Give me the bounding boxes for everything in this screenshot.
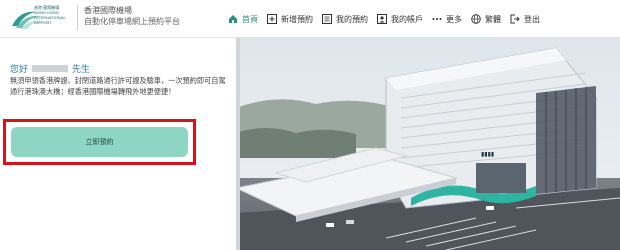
greeting: 您好 先生 xyxy=(10,62,90,75)
account-icon xyxy=(377,14,387,24)
brand-block: 香港國際機場 自動化停車場網上預約平台 xyxy=(77,5,180,31)
svg-text:▮▮▮▮: ▮▮▮▮ xyxy=(481,151,494,158)
main-nav: 首頁 新增預約 我的預約 我的帳戶 更多 繁體 登出 xyxy=(228,0,549,38)
brand-subtitle: 自動化停車場網上預約平台 xyxy=(84,17,180,26)
service-description: 無須申領香港牌證、封閉道路通行許可證及驗車，一次預約即可自駕通行港珠澳大橋；經香… xyxy=(10,76,226,96)
logout-icon xyxy=(510,14,520,24)
book-now-button[interactable]: 立即預約 xyxy=(11,127,188,157)
nav-language[interactable]: 繁體 xyxy=(471,0,501,38)
nav-new-booking-label: 新增預約 xyxy=(281,14,313,24)
carpark-building-image: ▮▮▮▮ xyxy=(236,38,620,250)
more-icon xyxy=(432,18,442,20)
redacted-name xyxy=(32,65,69,72)
nav-my-bookings[interactable]: 我的預約 xyxy=(322,0,368,38)
nav-home-label: 首頁 xyxy=(242,14,258,24)
brand-title: 香港國際機場 xyxy=(84,6,132,15)
nav-logout[interactable]: 登出 xyxy=(510,0,540,38)
home-icon xyxy=(229,15,237,23)
nav-my-bookings-label: 我的預約 xyxy=(336,14,368,24)
logo-text: 香港 國際機場 HONG KONG INTERNATIONAL AIRPORT xyxy=(34,5,66,25)
list-icon xyxy=(322,14,332,24)
nav-language-label: 繁體 xyxy=(485,14,501,24)
highlight-box: 立即預約 xyxy=(3,119,196,165)
nav-my-account-label: 我的帳戶 xyxy=(391,14,423,24)
top-header: 香港 國際機場 HONG KONG INTERNATIONAL AIRPORT … xyxy=(0,0,620,38)
greeting-suffix: 先生 xyxy=(72,64,91,74)
nav-logout-label: 登出 xyxy=(524,14,540,24)
nav-new-booking[interactable]: 新增預約 xyxy=(267,0,313,38)
globe-icon xyxy=(471,14,481,24)
greeting-prefix: 您好 xyxy=(10,64,29,74)
nav-more[interactable]: 更多 xyxy=(432,0,462,38)
plus-icon xyxy=(267,14,277,24)
nav-more-label: 更多 xyxy=(446,14,462,24)
nav-home[interactable]: 首頁 xyxy=(228,0,258,38)
nav-my-account[interactable]: 我的帳戶 xyxy=(377,0,423,38)
